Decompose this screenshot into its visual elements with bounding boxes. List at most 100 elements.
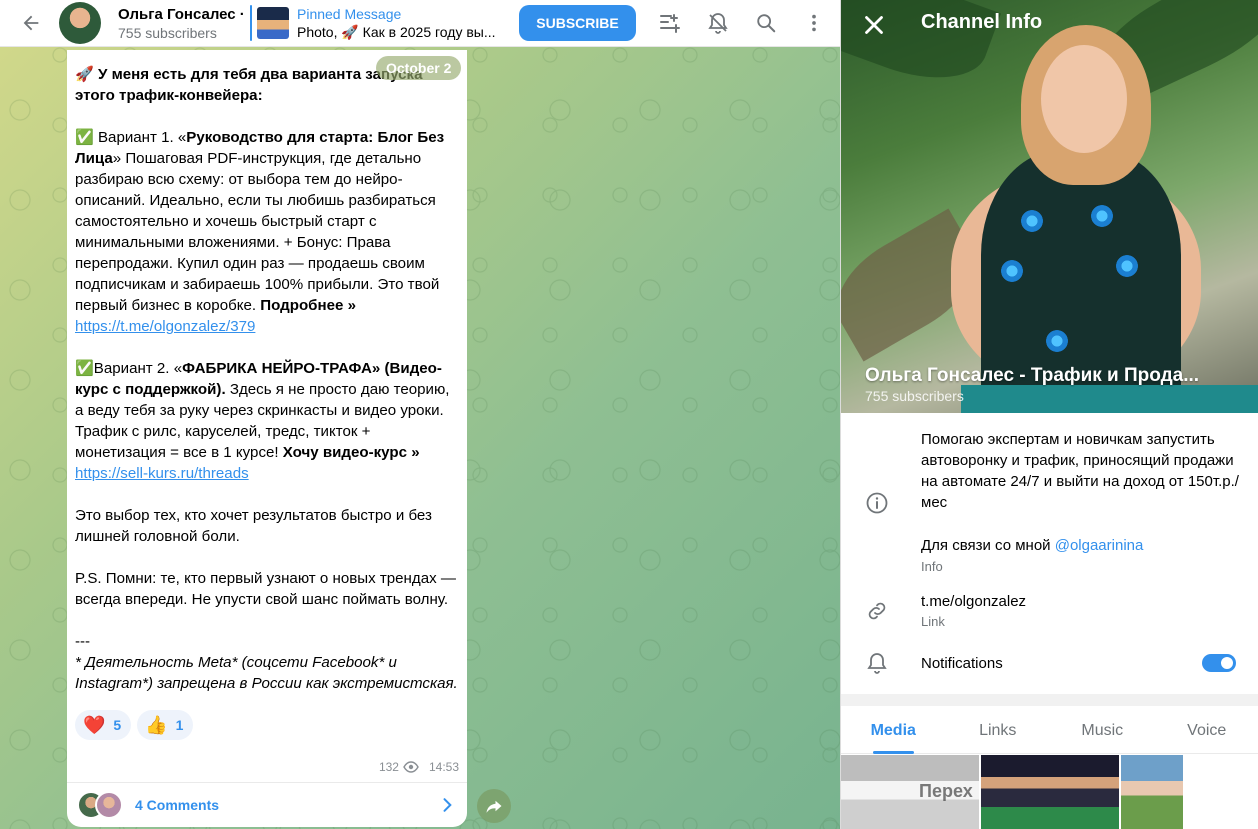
close-icon [865, 16, 883, 34]
footnote-text: * Деятельность Meta* (соцсети Facebook* … [75, 654, 458, 692]
message-intro-bold: У меня есть для тебя два варианта запуск… [75, 66, 423, 104]
media-thumbnail[interactable] [1121, 755, 1183, 829]
close-button[interactable] [859, 10, 889, 40]
flower-decoration [1046, 330, 1068, 352]
mute-button[interactable] [698, 3, 738, 43]
channel-name: Ольга Гонсалес · [118, 5, 245, 23]
variant-2-raquo: » [407, 444, 420, 461]
section-divider [841, 694, 1258, 706]
pinned-description: Photo, 🚀 Как в 2025 году вы... [297, 23, 496, 40]
reaction-count: 1 [175, 717, 184, 733]
link-icon [868, 602, 886, 620]
variant-1-text: » Пошаговая PDF-инструкция, где детально… [75, 150, 440, 314]
variant-2-link[interactable]: https://sell-kurs.ru/threads [75, 465, 249, 482]
message-paragraph-choice: Это выбор тех, кто хочет результатов быс… [75, 507, 432, 545]
flower-decoration [1021, 210, 1043, 232]
message-bubble[interactable]: 🚀 У меня есть для тебя два варианта запу… [67, 50, 467, 827]
view-count: 132 [378, 760, 399, 774]
message-paragraph-variant-1: ✅ Вариант 1. «Руководство для старта: Бл… [75, 127, 459, 337]
pinned-thumbnail [257, 7, 289, 39]
flower-decoration [1001, 260, 1023, 282]
comments-row[interactable]: 4 Comments [67, 782, 467, 827]
variant-1-more: Подробнее [260, 297, 344, 314]
media-tabs: Media Links Music Voice [841, 706, 1258, 754]
photo-face [1041, 45, 1127, 153]
reactions-bar: ❤️ 5 👍 1 [75, 710, 459, 740]
about-caption: Info [921, 559, 943, 574]
tab-music[interactable]: Music [1050, 706, 1155, 753]
info-row-notifications[interactable]: Notifications [841, 638, 1258, 688]
reaction-heart[interactable]: ❤️ 5 [75, 710, 132, 740]
commenter-avatar [95, 791, 123, 819]
subscribe-button[interactable]: SUBSCRIBE [519, 5, 636, 41]
info-row-about[interactable]: Помогаю экспертам и новичкам запустить а… [841, 413, 1258, 588]
eye-icon [403, 761, 419, 773]
message-time: 14:53 [428, 760, 459, 774]
link-caption: Link [921, 614, 945, 629]
tab-voice[interactable]: Voice [1155, 706, 1258, 753]
about-contact-label: Для связи со мной [921, 537, 1055, 554]
pinned-indicator-bar [250, 5, 252, 41]
about-contact: Для связи со мной @olgaarinina [921, 535, 1241, 556]
message-separator: --- [75, 633, 91, 650]
channel-info-panel: Channel Info Ольга Гонсалес - Трафик и П… [840, 0, 1258, 829]
info-icon [866, 492, 888, 514]
variant-1-link[interactable]: https://t.me/olgonzalez/379 [75, 318, 255, 335]
photo-sea [961, 385, 1258, 413]
variant-1-raquo: » [343, 297, 357, 314]
pinned-title: Pinned Message [297, 5, 402, 22]
about-text: Помогаю экспертам и новичкам запустить а… [921, 431, 1239, 511]
variant-2-prefix: ✅Вариант 2. « [75, 360, 183, 377]
forward-icon [486, 800, 502, 813]
heart-icon: ❤️ [83, 714, 106, 735]
channel-subscribers: 755 subscribers [118, 24, 217, 41]
media-thumbnail[interactable]: Перех [841, 755, 979, 829]
message-paragraph-variant-2: ✅Вариант 2. «ФАБРИКА НЕЙРО-ТРАФА» (Видео… [75, 358, 459, 484]
search-button[interactable] [746, 3, 786, 43]
variant-1-prefix: ✅ Вариант 1. « [75, 129, 187, 146]
chat-panel: Ольга Гонсалес · 755 subscribers Pinned … [0, 0, 840, 829]
comments-label: 4 Comments [135, 797, 220, 813]
notifications-label: Notifications [921, 655, 1003, 672]
date-badge: October 2 [376, 56, 462, 80]
back-arrow-icon [23, 15, 39, 31]
info-row-link[interactable]: t.me/olgonzalez Link [841, 588, 1258, 638]
panel-title: Channel Info [921, 11, 1043, 33]
flower-decoration [1091, 205, 1113, 227]
media-thumbnail[interactable] [981, 755, 1119, 829]
variant-2-cta: Хочу видео-курс [282, 444, 407, 461]
pinned-message[interactable]: Pinned Message Photo, 🚀 Как в 2025 году … [250, 3, 497, 43]
flower-decoration [1116, 255, 1138, 277]
about-handle-link[interactable]: @olgaarinina [1055, 537, 1144, 554]
media-grid: Перех [841, 755, 1258, 829]
message-footnote: * Деятельность Meta* (соцсети Facebook* … [75, 652, 459, 694]
message-text: 🚀 У меня есть для тебя два варианта запу… [75, 64, 459, 694]
tab-links[interactable]: Links [946, 706, 1051, 753]
notifications-toggle[interactable] [1202, 654, 1236, 672]
back-button[interactable] [9, 1, 53, 45]
message-meta: 132 14:53 [379, 760, 459, 774]
toggle-knob [1219, 655, 1235, 671]
more-vertical-icon [812, 14, 816, 32]
channel-photo[interactable]: Channel Info Ольга Гонсалес - Трафик и П… [841, 0, 1258, 413]
channel-link: t.me/olgonzalez [921, 593, 1027, 610]
bell-icon [867, 653, 887, 674]
message-paragraph-ps: P.S. Помни: те, кто первый узнают о новы… [75, 570, 456, 608]
tab-media[interactable]: Media [841, 706, 946, 754]
rocket-emoji: 🚀 [75, 66, 98, 83]
bell-muted-icon [708, 13, 728, 34]
chat-header: Ольга Гонсалес · 755 subscribers Pinned … [0, 0, 840, 47]
channel-full-name: Ольга Гонсалес - Трафик и Прода... [865, 365, 1200, 386]
reaction-thumbs-up[interactable]: 👍 1 [137, 710, 194, 740]
channel-avatar[interactable] [59, 2, 101, 44]
poll-button[interactable] [650, 3, 690, 43]
reaction-count: 5 [113, 717, 122, 733]
thumbs-up-icon: 👍 [145, 714, 168, 735]
share-button[interactable] [477, 789, 511, 823]
poll-icon [660, 14, 680, 33]
pinned-text-block: Pinned Message Photo, 🚀 Как в 2025 году … [297, 6, 497, 41]
more-button[interactable] [794, 3, 834, 43]
channel-photo-subscribers: 755 subscribers [865, 388, 964, 404]
media-thumbnail-text: Перех [919, 781, 973, 801]
channel-title-block[interactable]: Ольга Гонсалес · 755 subscribers [118, 6, 246, 41]
